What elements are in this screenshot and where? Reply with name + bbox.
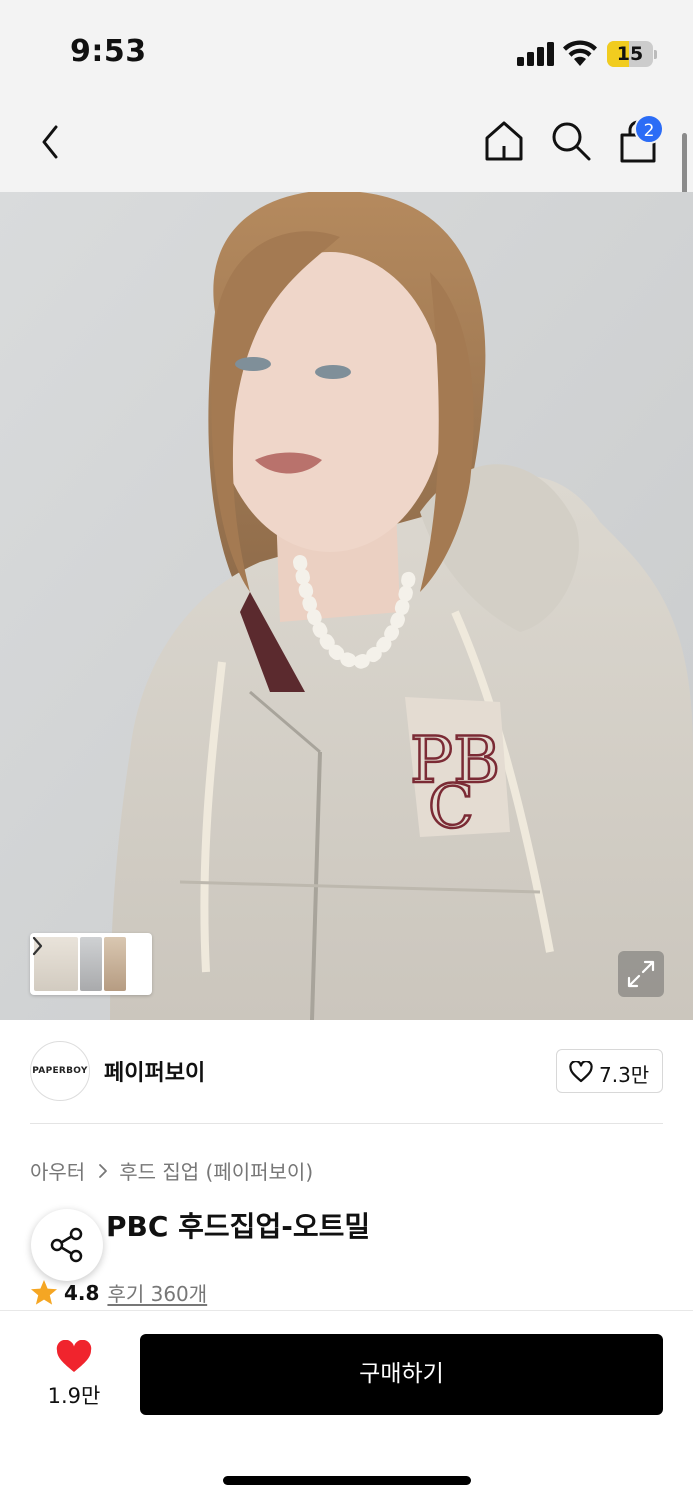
battery-indicator: 15 [607,41,657,67]
expand-image-button[interactable] [618,951,664,997]
breadcrumb-category[interactable]: 아우터 [30,1156,85,1185]
battery-level: 15 [616,43,644,65]
product-title-text: PBC 후드집업-오트밀 [106,1210,371,1243]
review-count-link[interactable]: 후기 360개 [107,1278,207,1307]
thumbnail-strip[interactable] [30,933,152,995]
divider [30,1123,663,1124]
brand-like-button[interactable]: 7.3만 [556,1049,663,1093]
back-arrow-icon[interactable] [36,122,70,162]
thumbnail-image[interactable] [104,937,126,991]
star-icon [31,1280,57,1305]
breadcrumb-subcategory[interactable]: 후드 집업 (페이퍼보이) [119,1156,313,1185]
home-indicator[interactable] [223,1476,471,1485]
wifi-icon [563,40,597,66]
product-image[interactable]: PB C [0,192,693,1020]
home-icon[interactable] [483,120,525,162]
breadcrumb: 아우터 후드 집업 (페이퍼보이) [30,1156,313,1185]
svg-text:C: C [428,772,474,842]
status-time: 9:53 [70,34,147,69]
cart-count-badge: 2 [634,114,664,144]
chevron-right-icon [32,936,43,956]
heart-outline-icon [569,1061,593,1083]
wish-count: 1.9만 [47,1384,101,1408]
thumbnail-image[interactable] [80,937,102,991]
brand-like-count: 7.3만 [599,1063,650,1087]
expand-icon [627,960,655,988]
buy-button[interactable]: 구매하기 [140,1334,663,1415]
model-photo: PB C [0,192,693,1020]
rating-value: 4.8 [64,1280,100,1305]
brand-logo[interactable]: PAPERBOY [30,1041,90,1101]
brand-name[interactable]: 페이퍼보이 [104,1055,205,1087]
nav-bar [0,100,693,192]
chevron-right-icon [99,1163,108,1178]
cellular-signal-icon [517,42,554,66]
share-icon [50,1227,83,1263]
search-icon[interactable] [550,120,592,162]
heart-filled-icon[interactable] [55,1340,93,1374]
status-bar: 9:53 15 [0,0,693,100]
share-button[interactable] [31,1209,103,1281]
rating-row: 4.8 후기 360개 [30,1278,207,1307]
